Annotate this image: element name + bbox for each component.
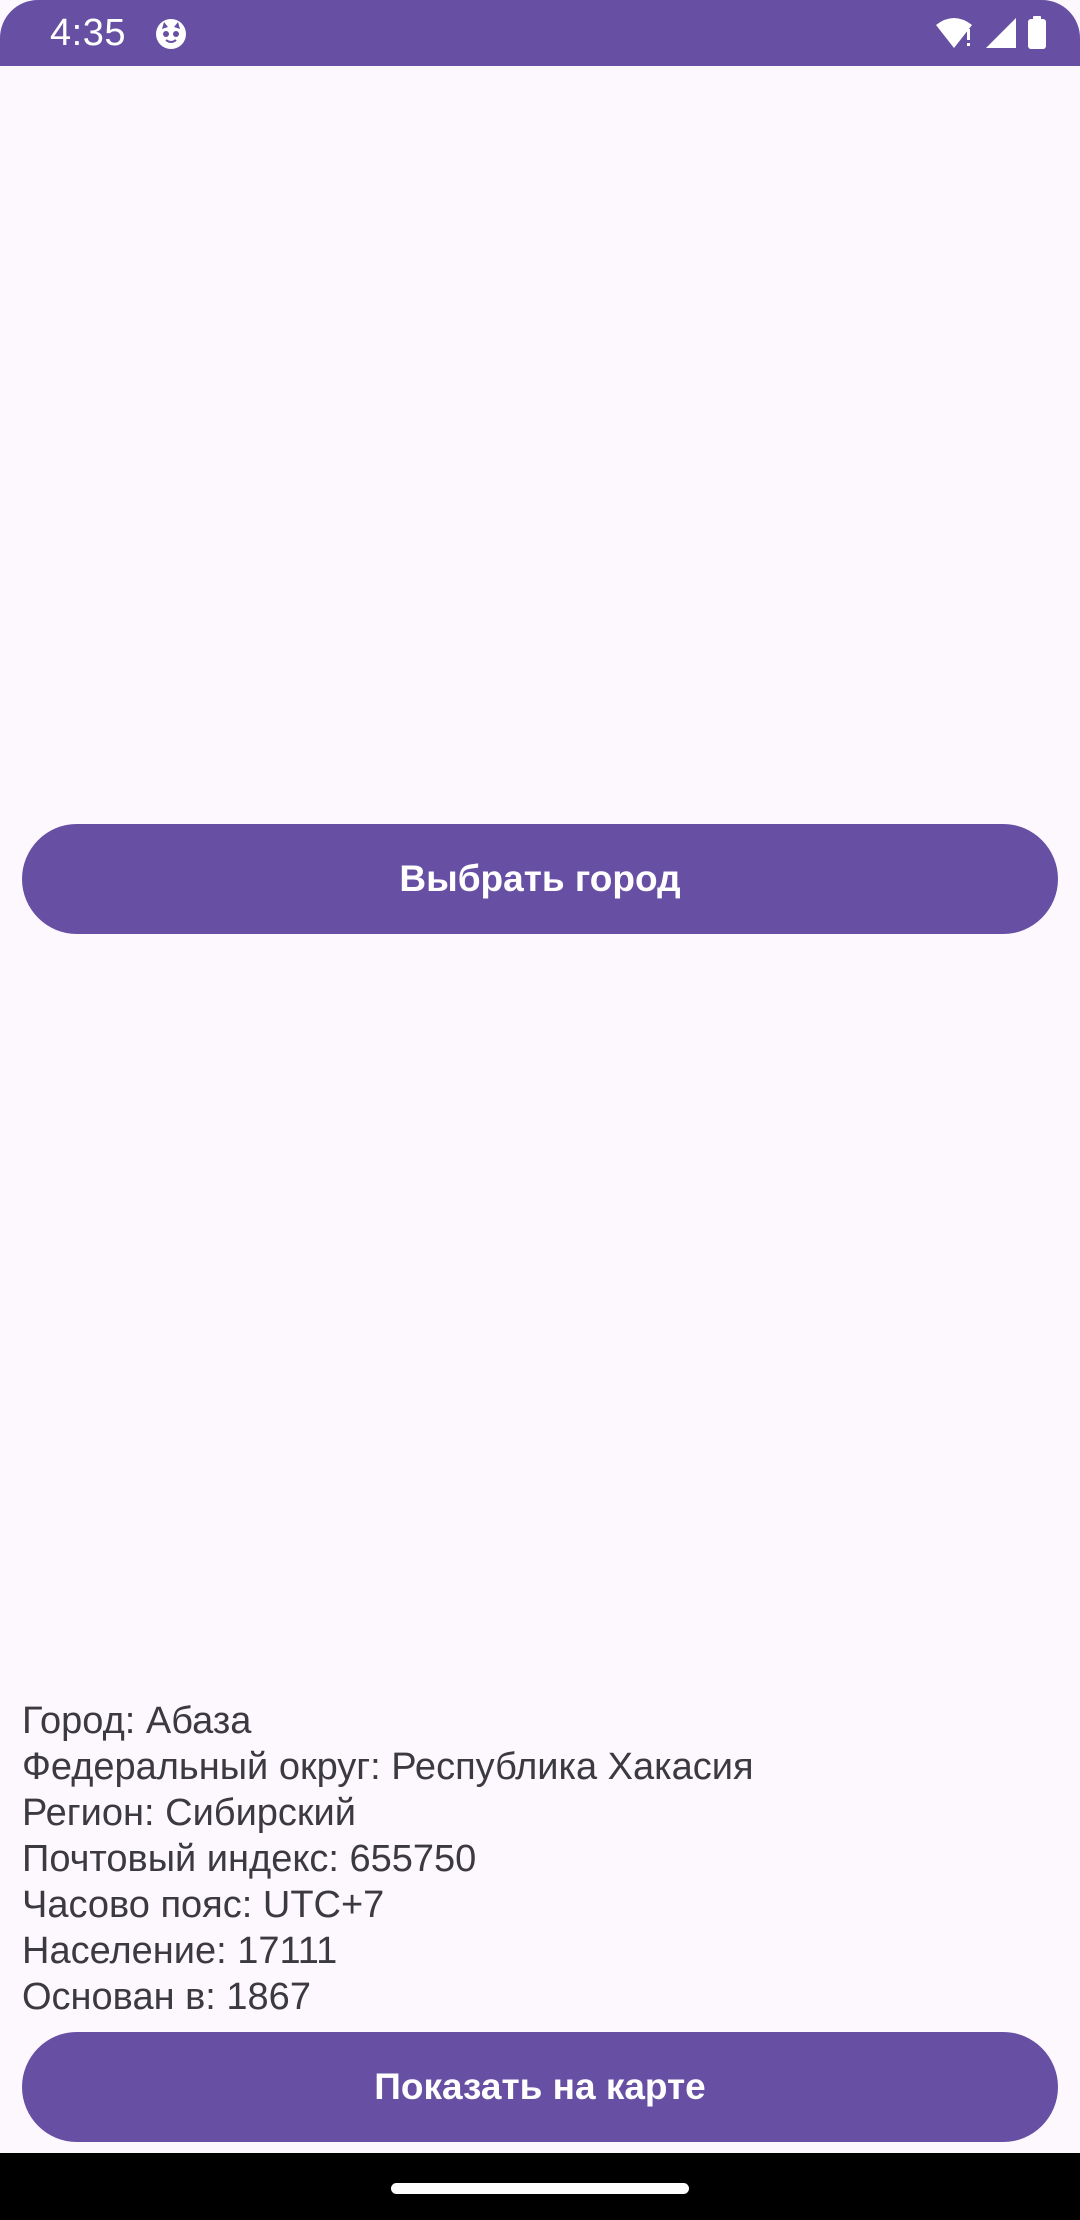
show-on-map-button[interactable]: Показать на карте: [22, 2032, 1058, 2142]
wifi-alert-icon: [934, 16, 976, 50]
region-text: Регион: Сибирский: [22, 1792, 357, 1834]
status-icons: [934, 14, 1048, 52]
population-text: Население: 17111: [22, 1930, 338, 1972]
city-info: Город: Абаза Федеральный округ: Республи…: [22, 1698, 1058, 2020]
battery-icon: [1026, 16, 1048, 50]
home-indicator[interactable]: [391, 2183, 689, 2194]
city-name-text: Город: Абаза: [22, 1700, 252, 1742]
founded-text: Основан в: 1867: [22, 1976, 311, 2018]
status-bar: 4:35: [0, 0, 1080, 66]
timezone-text: Часово пояс: UTC+7: [22, 1884, 385, 1926]
status-time: 4:35: [50, 12, 126, 54]
federal-district-text: Федеральный округ: Республика Хакасия: [22, 1746, 754, 1788]
cellular-signal-icon: [984, 16, 1018, 50]
postal-code-text: Почтовый индекс: 655750: [22, 1838, 477, 1880]
cat-face-icon: [154, 17, 188, 51]
choose-city-button[interactable]: Выбрать город: [22, 824, 1058, 934]
navigation-bar: [0, 2153, 1080, 2220]
main-content: Выбрать город Город: Абаза Федеральный о…: [0, 66, 1080, 2153]
